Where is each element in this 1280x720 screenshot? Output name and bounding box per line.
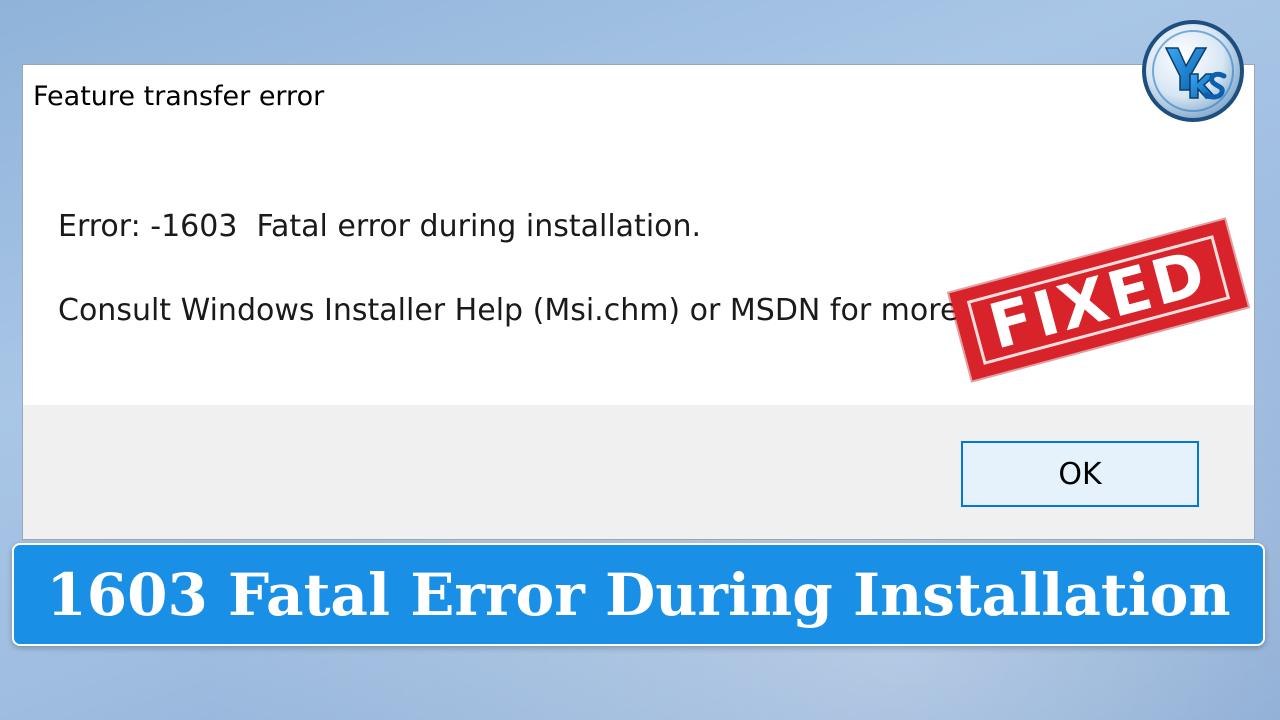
ok-button[interactable]: OK <box>961 441 1199 507</box>
title-banner: 1603 Fatal Error During Installation <box>12 543 1265 646</box>
help-message: Consult Windows Installer Help (Msi.chm)… <box>58 293 959 328</box>
error-message: Error: -1603 Fatal error during installa… <box>58 209 702 244</box>
dialog-title: Feature transfer error <box>33 81 325 112</box>
banner-title: 1603 Fatal Error During Installation <box>46 560 1231 629</box>
yks-logo-icon <box>1140 18 1246 124</box>
